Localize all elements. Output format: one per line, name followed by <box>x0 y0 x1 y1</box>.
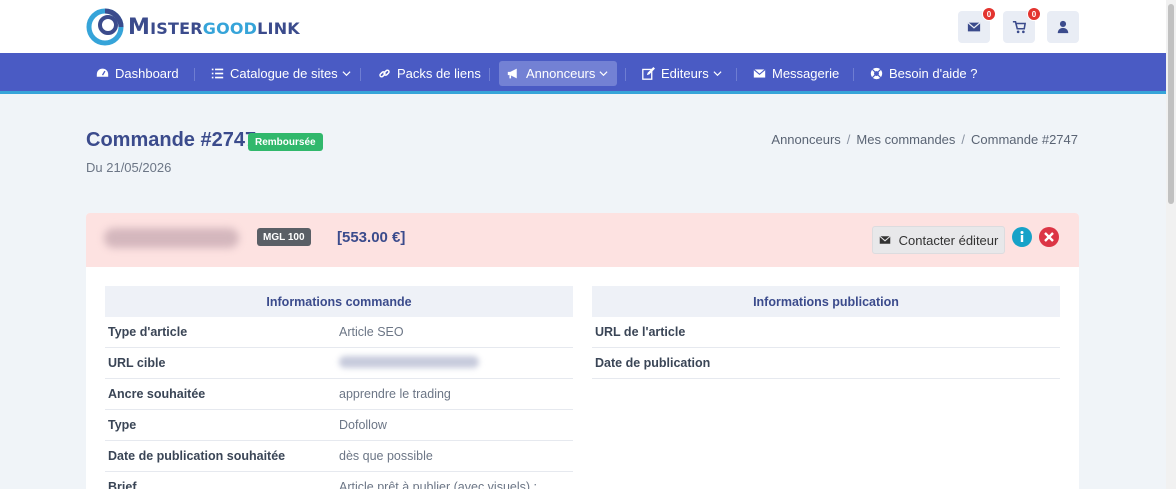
scrollbar-thumb[interactable] <box>1168 4 1174 204</box>
status-badge: Remboursée <box>248 133 323 151</box>
cart-button[interactable]: 0 <box>1003 7 1041 43</box>
table-header: Informations commande <box>105 286 573 317</box>
logo[interactable]: MISTERGOODLINK <box>86 8 300 46</box>
order-card: MGL 100 [553.00 €] Contacter éditeur Inf… <box>86 213 1079 489</box>
link-icon <box>379 69 390 78</box>
breadcrumb: Annonceurs / Mes commandes / Commande #2… <box>771 132 1078 147</box>
table-row: Date de publication souhaitée dès que po… <box>105 441 573 472</box>
nav-editeurs[interactable]: Editeurs <box>634 61 730 86</box>
edit-icon <box>642 67 655 80</box>
order-price: [553.00 €] <box>337 229 406 246</box>
help-icon <box>870 67 883 80</box>
target-url-redacted <box>339 355 479 368</box>
cancel-order-icon[interactable] <box>1038 226 1060 248</box>
table-row: Date de publication <box>592 348 1060 379</box>
nav-divider <box>360 68 361 81</box>
contact-editor-button[interactable]: Contacter éditeur <box>872 226 1005 254</box>
chevron-down-icon <box>342 71 351 77</box>
cart-icon <box>1012 20 1026 34</box>
table-row: URL cible <box>105 348 573 379</box>
nav-divider <box>194 68 195 81</box>
nav-help[interactable]: Besoin d'aide ? <box>862 61 986 86</box>
nav-catalogue[interactable]: Catalogue de sites <box>203 61 359 86</box>
breadcrumb-separator: / <box>961 132 966 147</box>
chevron-down-icon <box>713 71 722 77</box>
envelope-icon <box>753 69 766 78</box>
table-row: Type Dofollow <box>105 410 573 441</box>
breadcrumb-annonceurs[interactable]: Annonceurs <box>771 132 840 147</box>
mgl-tag: MGL 100 <box>257 228 311 246</box>
cart-count-badge: 0 <box>1027 7 1041 21</box>
table-row: Brief Article prêt à publier (avec visue… <box>105 472 573 489</box>
nav-packs[interactable]: Packs de liens <box>370 61 489 86</box>
breadcrumb-current: Commande #2747 <box>971 132 1078 147</box>
page-title: Commande #2747 <box>86 129 257 151</box>
site-name-redacted <box>104 228 239 248</box>
order-info-table: Informations commande Type d'article Art… <box>105 286 573 489</box>
publication-info-table: Informations publication URL de l'articl… <box>592 286 1060 379</box>
account-button[interactable] <box>1047 11 1079 43</box>
nav-divider <box>853 68 854 81</box>
nav-divider <box>489 68 490 81</box>
top-header: MISTERGOODLINK 0 0 <box>0 0 1166 53</box>
user-icon <box>1057 20 1069 34</box>
messages-button[interactable]: 0 <box>958 7 996 43</box>
logo-icon <box>86 8 124 46</box>
envelope-icon <box>879 235 891 244</box>
info-icon[interactable] <box>1011 226 1033 248</box>
page-scrollbar[interactable] <box>1166 0 1176 489</box>
table-header: Informations publication <box>592 286 1060 317</box>
order-date: Du 21/05/2026 <box>86 160 172 175</box>
table-row: Type d'article Article SEO <box>105 317 573 348</box>
table-row: Ancre souhaitée apprendre le trading <box>105 379 573 410</box>
breadcrumb-separator: / <box>846 132 851 147</box>
envelope-icon <box>967 22 981 32</box>
nav-annonceurs[interactable]: Annonceurs <box>499 61 617 86</box>
breadcrumb-mes-commandes[interactable]: Mes commandes <box>856 132 955 147</box>
main-navbar: Dashboard Catalogue de sites Packs de li… <box>0 53 1166 94</box>
megaphone-icon <box>507 68 517 79</box>
order-card-header: MGL 100 [553.00 €] Contacter éditeur <box>86 213 1079 267</box>
table-row: URL de l'article <box>592 317 1060 348</box>
chevron-down-icon <box>599 71 608 77</box>
nav-dashboard[interactable]: Dashboard <box>88 61 187 86</box>
dashboard-icon <box>96 68 109 77</box>
nav-messagerie[interactable]: Messagerie <box>745 61 847 86</box>
nav-divider <box>625 68 626 81</box>
nav-divider <box>736 68 737 81</box>
logo-text: MISTERGOODLINK <box>128 14 300 40</box>
messages-count-badge: 0 <box>982 7 996 21</box>
list-icon <box>211 68 224 79</box>
